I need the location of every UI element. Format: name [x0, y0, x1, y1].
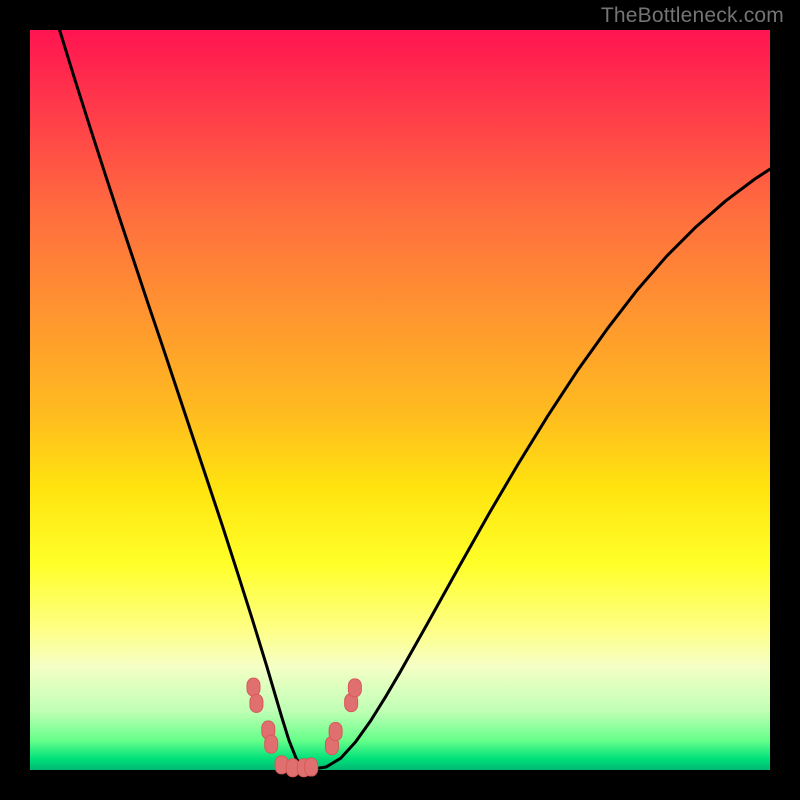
curve-marker — [305, 758, 318, 776]
watermark-text: TheBottleneck.com — [601, 4, 784, 28]
bottleneck-curve — [60, 30, 770, 769]
marker-layer — [247, 678, 361, 777]
curve-marker — [329, 723, 342, 741]
chart-frame: TheBottleneck.com — [0, 0, 800, 800]
curve-marker — [247, 678, 260, 696]
chart-svg — [0, 0, 800, 800]
curve-layer — [60, 30, 770, 769]
curve-marker — [250, 694, 263, 712]
curve-marker — [348, 679, 361, 697]
curve-marker — [265, 735, 278, 753]
